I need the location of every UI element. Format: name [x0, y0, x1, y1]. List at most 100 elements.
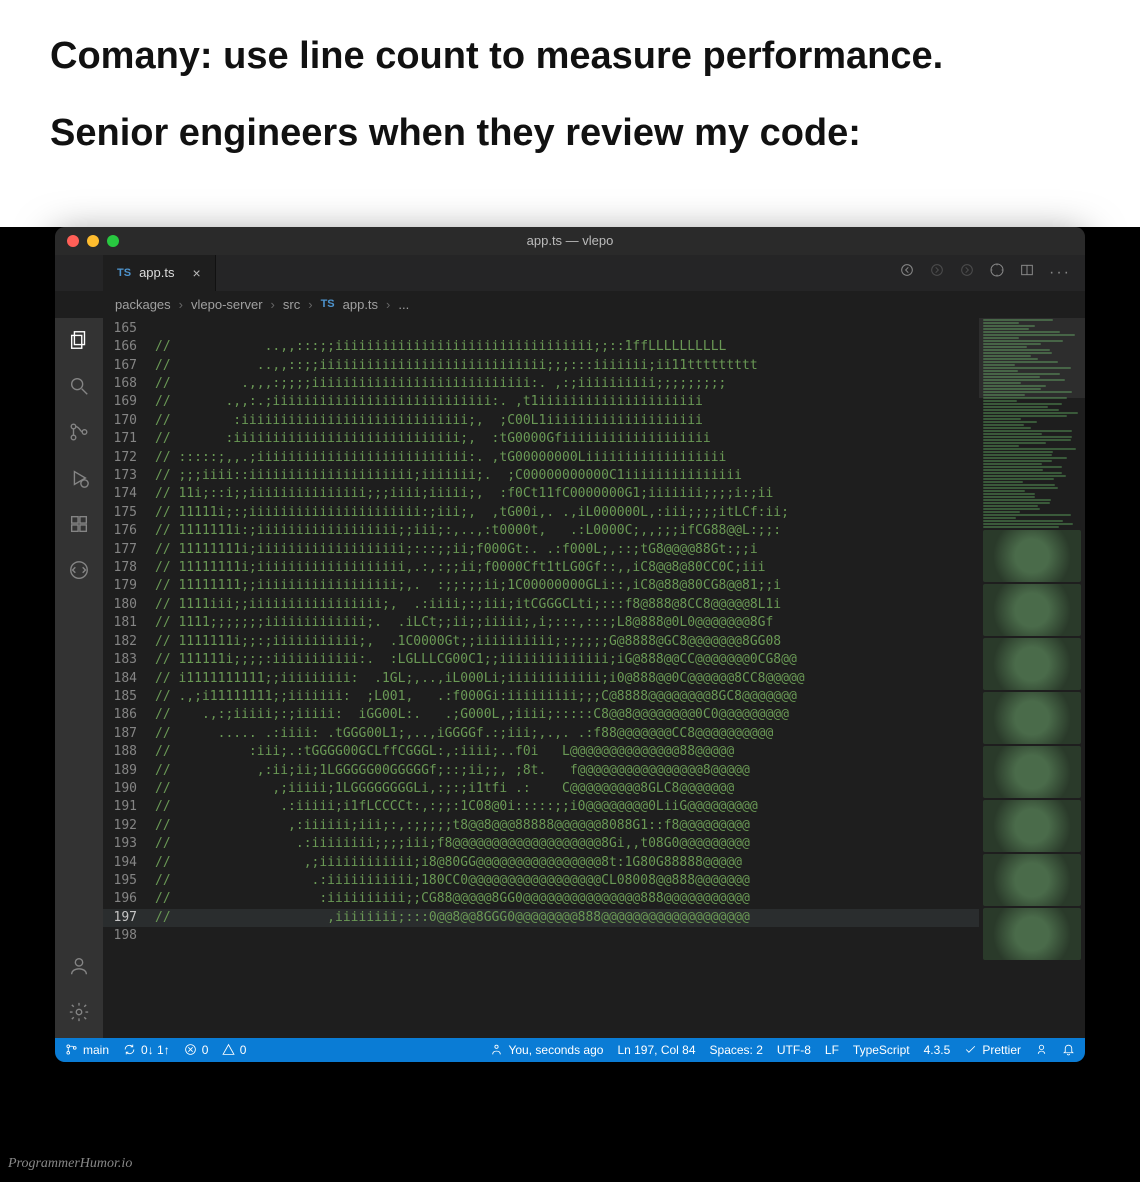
- code-line[interactable]: 189// ,:ii;ii;1LGGGGG00GGGGGf;::;ii;;, ;…: [103, 762, 979, 780]
- code-line[interactable]: 195// .:iiiiiiiiiii;180CC0@@@@@@@@@@@@@@…: [103, 872, 979, 890]
- status-prettier[interactable]: Prettier: [964, 1043, 1021, 1057]
- code-line[interactable]: 184// i1111111111;;iiiiiiiii: .1GL;,..,i…: [103, 670, 979, 688]
- go-fwd-icon[interactable]: [929, 262, 945, 283]
- status-version[interactable]: 4.3.5: [924, 1043, 951, 1057]
- code-line[interactable]: 165: [103, 320, 979, 338]
- titlebar[interactable]: app.ts — vlepo: [55, 227, 1085, 255]
- code-line[interactable]: 179// 11111111;;iiiiiiiiiiiiiiiiii;,. :;…: [103, 577, 979, 595]
- breadcrumb[interactable]: packages› vlepo-server› src› TS app.ts› …: [55, 291, 1085, 318]
- minimize-window-icon[interactable]: [87, 235, 99, 247]
- account-icon[interactable]: [67, 954, 91, 978]
- code-text: // .,:;iiiii;:;iiiii: iGG00L:. .;G000L,;…: [155, 706, 789, 724]
- line-number: 168: [103, 375, 155, 393]
- close-window-icon[interactable]: [67, 235, 79, 247]
- debug-icon[interactable]: [67, 466, 91, 490]
- maximize-window-icon[interactable]: [107, 235, 119, 247]
- line-number: 188: [103, 743, 155, 761]
- close-tab-icon[interactable]: ×: [192, 265, 200, 281]
- code-text: // 11i;::i;;iiiiiiiiiiiiiii;;;iiii;iiiii…: [155, 485, 773, 503]
- line-number: 182: [103, 633, 155, 651]
- code-line[interactable]: 196// :iiiiiiiiii;;CG88@@@@@8GG0@@@@@@@@…: [103, 890, 979, 908]
- search-icon[interactable]: [67, 374, 91, 398]
- line-number: 175: [103, 504, 155, 522]
- code-line[interactable]: 170// :iiiiiiiiiiiiiiiiiiiiiiiiiiiii;, ;…: [103, 412, 979, 430]
- more-icon[interactable]: ···: [1049, 264, 1071, 282]
- code-text: // :::::;,,.;iiiiiiiiiiiiiiiiiiiiiiiiiii…: [155, 449, 726, 467]
- code-text: // ;;;iiii::iiiiiiiiiiiiiiiiiiiii;iiiiii…: [155, 467, 742, 485]
- code-text: // 11111111;;iiiiiiiiiiiiiiiiii;,. :;;:;…: [155, 577, 781, 595]
- code-text: // ..,,::;;iiiiiiiiiiiiiiiiiiiiiiiiiiiii…: [155, 357, 758, 375]
- code-editor[interactable]: 165166// ..,,:::;;iiiiiiiiiiiiiiiiiiiiii…: [103, 318, 979, 1038]
- git-icon[interactable]: [67, 420, 91, 444]
- remote-icon[interactable]: [67, 558, 91, 582]
- code-line[interactable]: 180// 1111iii;;iiiiiiiiiiiiiiiii;, .:iii…: [103, 596, 979, 614]
- code-line[interactable]: 193// .:iiiiiiii;;;;iii;f8@@@@@@@@@@@@@@…: [103, 835, 979, 853]
- split-editor-icon[interactable]: [1019, 262, 1035, 283]
- status-problems[interactable]: 0 0: [184, 1043, 247, 1057]
- code-line[interactable]: 175// 11111i;:;iiiiiiiiiiiiiiiiiiiiii:;i…: [103, 504, 979, 522]
- bell-icon[interactable]: [1062, 1043, 1075, 1056]
- line-number: 167: [103, 357, 155, 375]
- code-line[interactable]: 192// ,:iiiiii;iii;:,:;;;;;t8@@8@@@88888…: [103, 817, 979, 835]
- code-text: // i1111111111;;iiiiiiiii: .1GL;,..,iL00…: [155, 670, 805, 688]
- extensions-icon[interactable]: [67, 512, 91, 536]
- code-line[interactable]: 177// 11111111i;iiiiiiiiiiiiiiiiiii;:::;…: [103, 541, 979, 559]
- code-line[interactable]: 182// 1111111i;;:;iiiiiiiiiii;, .1C0000G…: [103, 633, 979, 651]
- code-line[interactable]: 178// 11111111i;iiiiiiiiiiiiiiiiiii,.:,:…: [103, 559, 979, 577]
- code-text: // :iii;.:tGGGG00GCLffCGGGL:,:iiii;..f0i…: [155, 743, 734, 761]
- code-line[interactable]: 169// .,,:.;iiiiiiiiiiiiiiiiiiiiiiiiiiii…: [103, 393, 979, 411]
- window-title: app.ts — vlepo: [55, 233, 1085, 248]
- code-line[interactable]: 197// ,iiiiiiii;:::0@@8@@8GGG0@@@@@@@@88…: [103, 909, 979, 927]
- status-eol[interactable]: LF: [825, 1043, 839, 1057]
- code-line[interactable]: 187// ..... .:iiii: .tGGG00L1;,..,iGGGGf…: [103, 725, 979, 743]
- code-text: // 1111111i:;iiiiiiiiiiiiiiiiii;;iii;:,.…: [155, 522, 781, 540]
- line-number: 184: [103, 670, 155, 688]
- feedback-icon[interactable]: [1035, 1043, 1048, 1056]
- code-line[interactable]: 172// :::::;,,.;iiiiiiiiiiiiiiiiiiiiiiii…: [103, 449, 979, 467]
- code-line[interactable]: 167// ..,,::;;iiiiiiiiiiiiiiiiiiiiiiiiii…: [103, 357, 979, 375]
- tab-app-ts[interactable]: TS app.ts ×: [103, 255, 216, 291]
- code-line[interactable]: 168// .,,,:;;;;iiiiiiiiiiiiiiiiiiiiiiiii…: [103, 375, 979, 393]
- line-number: 176: [103, 522, 155, 540]
- minimap[interactable]: [979, 318, 1085, 1038]
- code-text: // .,,,:;;;;iiiiiiiiiiiiiiiiiiiiiiiiiiii…: [155, 375, 726, 393]
- compass-icon[interactable]: [989, 262, 1005, 283]
- code-line[interactable]: 181// 1111;;;;;;;iiiiiiiiiiiii;. .iLCt;;…: [103, 614, 979, 632]
- line-number: 172: [103, 449, 155, 467]
- code-line[interactable]: 190// ,;iiiii;1LGGGGGGGGLi,:;:;i1tfi .: …: [103, 780, 979, 798]
- status-lang[interactable]: TypeScript: [853, 1043, 910, 1057]
- code-line[interactable]: 176// 1111111i:;iiiiiiiiiiiiiiiiii;;iii;…: [103, 522, 979, 540]
- status-blame[interactable]: You, seconds ago: [490, 1043, 603, 1057]
- code-line[interactable]: 186// .,:;iiiii;:;iiiii: iGG00L:. .;G000…: [103, 706, 979, 724]
- status-branch[interactable]: main: [65, 1043, 109, 1057]
- code-line[interactable]: 198: [103, 927, 979, 945]
- code-line[interactable]: 183// 111111i;;;;:iiiiiiiiiii:. :LGLLLCG…: [103, 651, 979, 669]
- code-text: // .,;i11111111;;iiiiiii: ;L001, .:f000G…: [155, 688, 797, 706]
- code-line[interactable]: 188// :iii;.:tGGGG00GCLffCGGGL:,:iiii;..…: [103, 743, 979, 761]
- crumb-packages[interactable]: packages: [115, 297, 171, 312]
- files-icon[interactable]: [67, 328, 91, 352]
- code-line[interactable]: 191// .:iiiii;i1fLCCCCt:,:;;:1C08@0i::::…: [103, 798, 979, 816]
- code-line[interactable]: 194// ,;iiiiiiiiiiii;i8@80GG@@@@@@@@@@@@…: [103, 854, 979, 872]
- code-line[interactable]: 171// :iiiiiiiiiiiiiiiiiiiiiiiiiiiii;, :…: [103, 430, 979, 448]
- line-number: 186: [103, 706, 155, 724]
- status-sync[interactable]: 0↓ 1↑: [123, 1043, 170, 1057]
- code-line[interactable]: 174// 11i;::i;;iiiiiiiiiiiiiii;;;iiii;ii…: [103, 485, 979, 503]
- status-encoding[interactable]: UTF-8: [777, 1043, 811, 1057]
- code-line[interactable]: 185// .,;i11111111;;iiiiiii: ;L001, .:f0…: [103, 688, 979, 706]
- go-fwd2-icon[interactable]: [959, 262, 975, 283]
- crumb-vlepo-server[interactable]: vlepo-server: [191, 297, 263, 312]
- crumb-more[interactable]: ...: [398, 297, 409, 312]
- code-text: // 1111111i;;:;iiiiiiiiiii;, .1C0000Gt;;…: [155, 633, 781, 651]
- gear-icon[interactable]: [67, 1000, 91, 1024]
- crumb-file[interactable]: app.ts: [343, 297, 378, 312]
- minimap-viewport[interactable]: [979, 318, 1085, 398]
- code-text: // .:iiiiiiiiiii;180CC0@@@@@@@@@@@@@@@@@…: [155, 872, 750, 890]
- code-line[interactable]: 166// ..,,:::;;iiiiiiiiiiiiiiiiiiiiiiiii…: [103, 338, 979, 356]
- status-spaces[interactable]: Spaces: 2: [710, 1043, 763, 1057]
- go-back-icon[interactable]: [899, 262, 915, 283]
- code-text: // 1111;;;;;;;iiiiiiiiiiiii;. .iLCt;;ii;…: [155, 614, 773, 632]
- crumb-src[interactable]: src: [283, 297, 300, 312]
- status-position[interactable]: Ln 197, Col 84: [617, 1043, 695, 1057]
- code-line[interactable]: 173// ;;;iiii::iiiiiiiiiiiiiiiiiiiii;iii…: [103, 467, 979, 485]
